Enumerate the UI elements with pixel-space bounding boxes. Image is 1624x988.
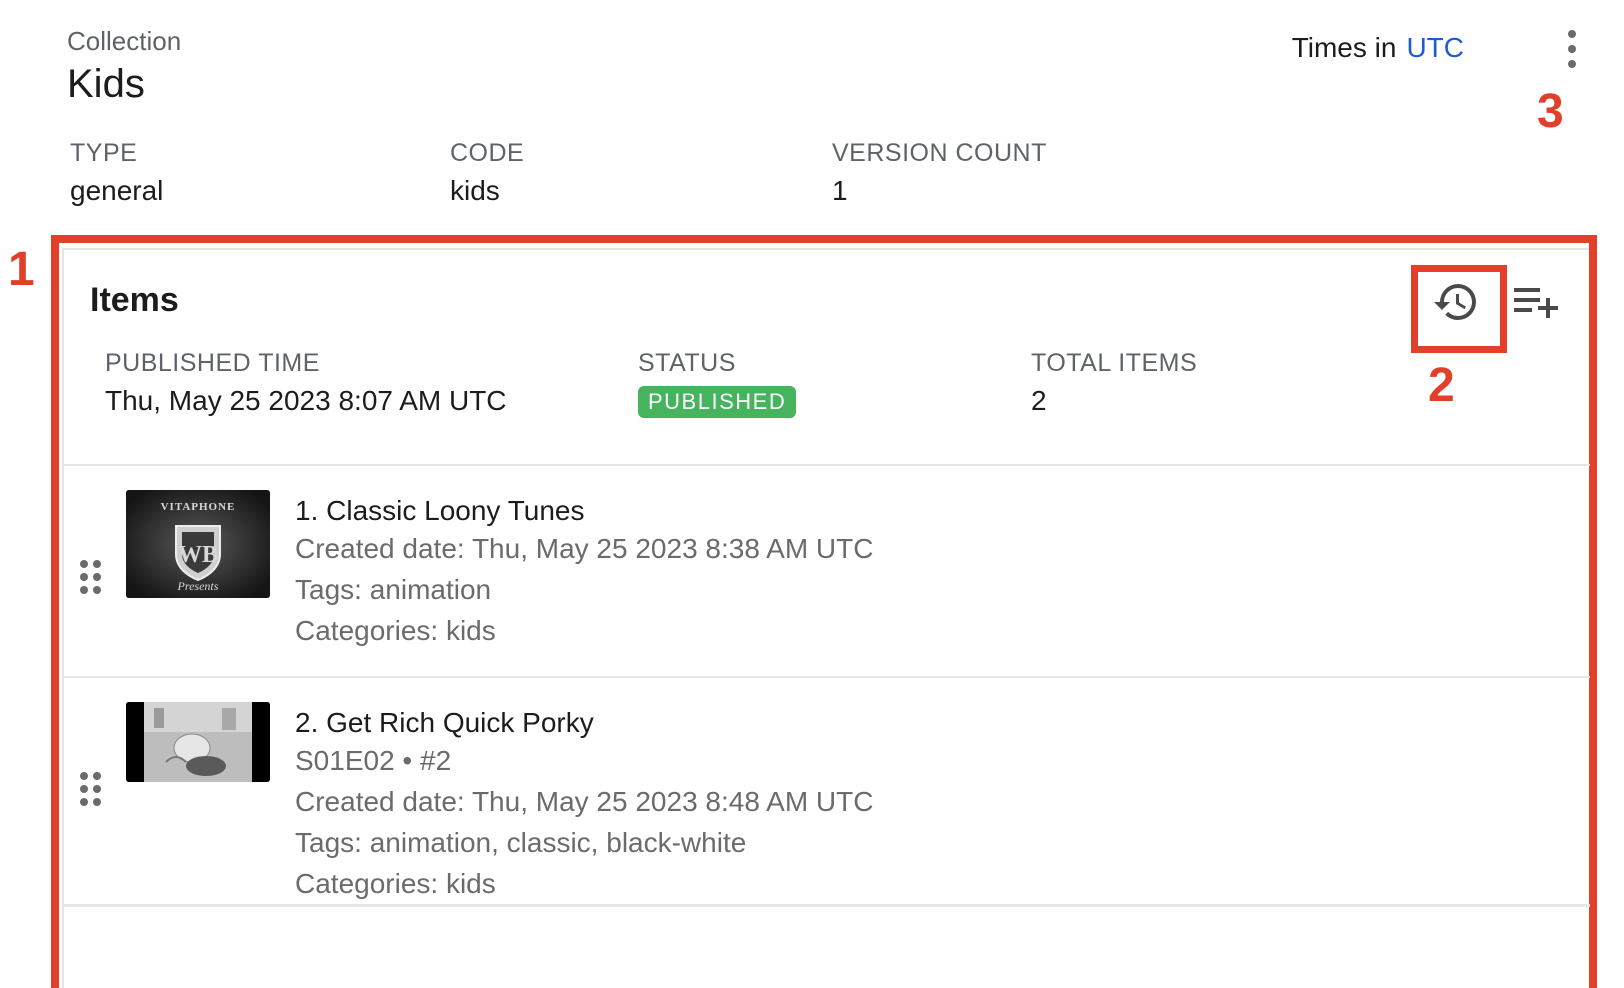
items-title: Items xyxy=(90,281,179,319)
meta-code: CODE kids xyxy=(450,138,524,208)
timezone-link[interactable]: UTC xyxy=(1406,32,1464,63)
status-label: STATUS xyxy=(638,349,736,377)
drag-handle-icon[interactable] xyxy=(80,560,102,594)
item-thumbnail: WB VITAPHONE Presents xyxy=(126,490,270,598)
drag-handle-icon[interactable] xyxy=(80,772,102,806)
item-title[interactable]: 1. Classic Loony Tunes xyxy=(295,494,585,528)
meta-type: TYPE general xyxy=(70,138,163,208)
thumb-top-text: VITAPHONE xyxy=(161,501,236,513)
item-thumbnail xyxy=(126,702,270,782)
meta-version-value: 1 xyxy=(832,175,848,206)
total-items-value: 2 xyxy=(1031,385,1047,416)
more-vertical-icon[interactable] xyxy=(1560,30,1584,68)
published-time-value: Thu, May 25 2023 8:07 AM UTC xyxy=(105,385,507,416)
timezone-prefix: Times in xyxy=(1291,32,1397,63)
list-item[interactable]: 2. Get Rich Quick Porky S01E02 • #2 Crea… xyxy=(64,678,1590,904)
divider xyxy=(64,904,1590,907)
annotation-1: 1 xyxy=(8,243,35,296)
timezone-indicator: Times in UTC xyxy=(1292,30,1464,66)
thumb-logo-text: WB xyxy=(178,542,218,568)
item-created: Created date: Thu, May 25 2023 8:38 AM U… xyxy=(295,533,874,564)
item-episode: S01E02 • #2 xyxy=(295,745,452,776)
item-tags: Tags: animation, classic, black-white xyxy=(295,827,747,858)
meta-type-value: general xyxy=(70,175,164,206)
meta-version: VERSION COUNT 1 xyxy=(832,138,1047,208)
annotation-box-2 xyxy=(1411,265,1507,353)
thumb-bottom-text: Presents xyxy=(177,579,219,593)
status-badge: PUBLISHED xyxy=(638,386,797,418)
annotation-3: 3 xyxy=(1537,85,1564,138)
total-items-label: TOTAL ITEMS xyxy=(1031,349,1198,377)
meta-version-label: VERSION COUNT xyxy=(832,139,1047,167)
status: STATUS PUBLISHED xyxy=(638,348,797,418)
item-tags: Tags: animation xyxy=(295,574,492,605)
item-categories: Categories: kids xyxy=(295,868,496,899)
list-item[interactable]: WB VITAPHONE Presents 1. Classic Loony T… xyxy=(64,466,1590,692)
item-categories: Categories: kids xyxy=(295,615,496,646)
item-created: Created date: Thu, May 25 2023 8:48 AM U… xyxy=(295,786,874,817)
collection-name: Kids xyxy=(67,62,145,106)
meta-type-label: TYPE xyxy=(70,139,138,167)
meta-code-label: CODE xyxy=(450,139,525,167)
published-time: PUBLISHED TIME Thu, May 25 2023 8:07 AM … xyxy=(105,348,507,418)
playlist-add-icon[interactable] xyxy=(1512,282,1560,322)
collection-header: Collection Kids xyxy=(67,26,181,108)
meta-code-value: kids xyxy=(450,175,500,206)
item-title[interactable]: 2. Get Rich Quick Porky xyxy=(295,706,594,740)
collection-label: Collection xyxy=(67,26,182,56)
published-time-label: PUBLISHED TIME xyxy=(105,349,320,377)
annotation-2: 2 xyxy=(1428,359,1455,412)
total-items: TOTAL ITEMS 2 xyxy=(1031,348,1197,418)
collection-page: Collection Kids Times in UTC 3 TYPE gener… xyxy=(0,0,1624,988)
